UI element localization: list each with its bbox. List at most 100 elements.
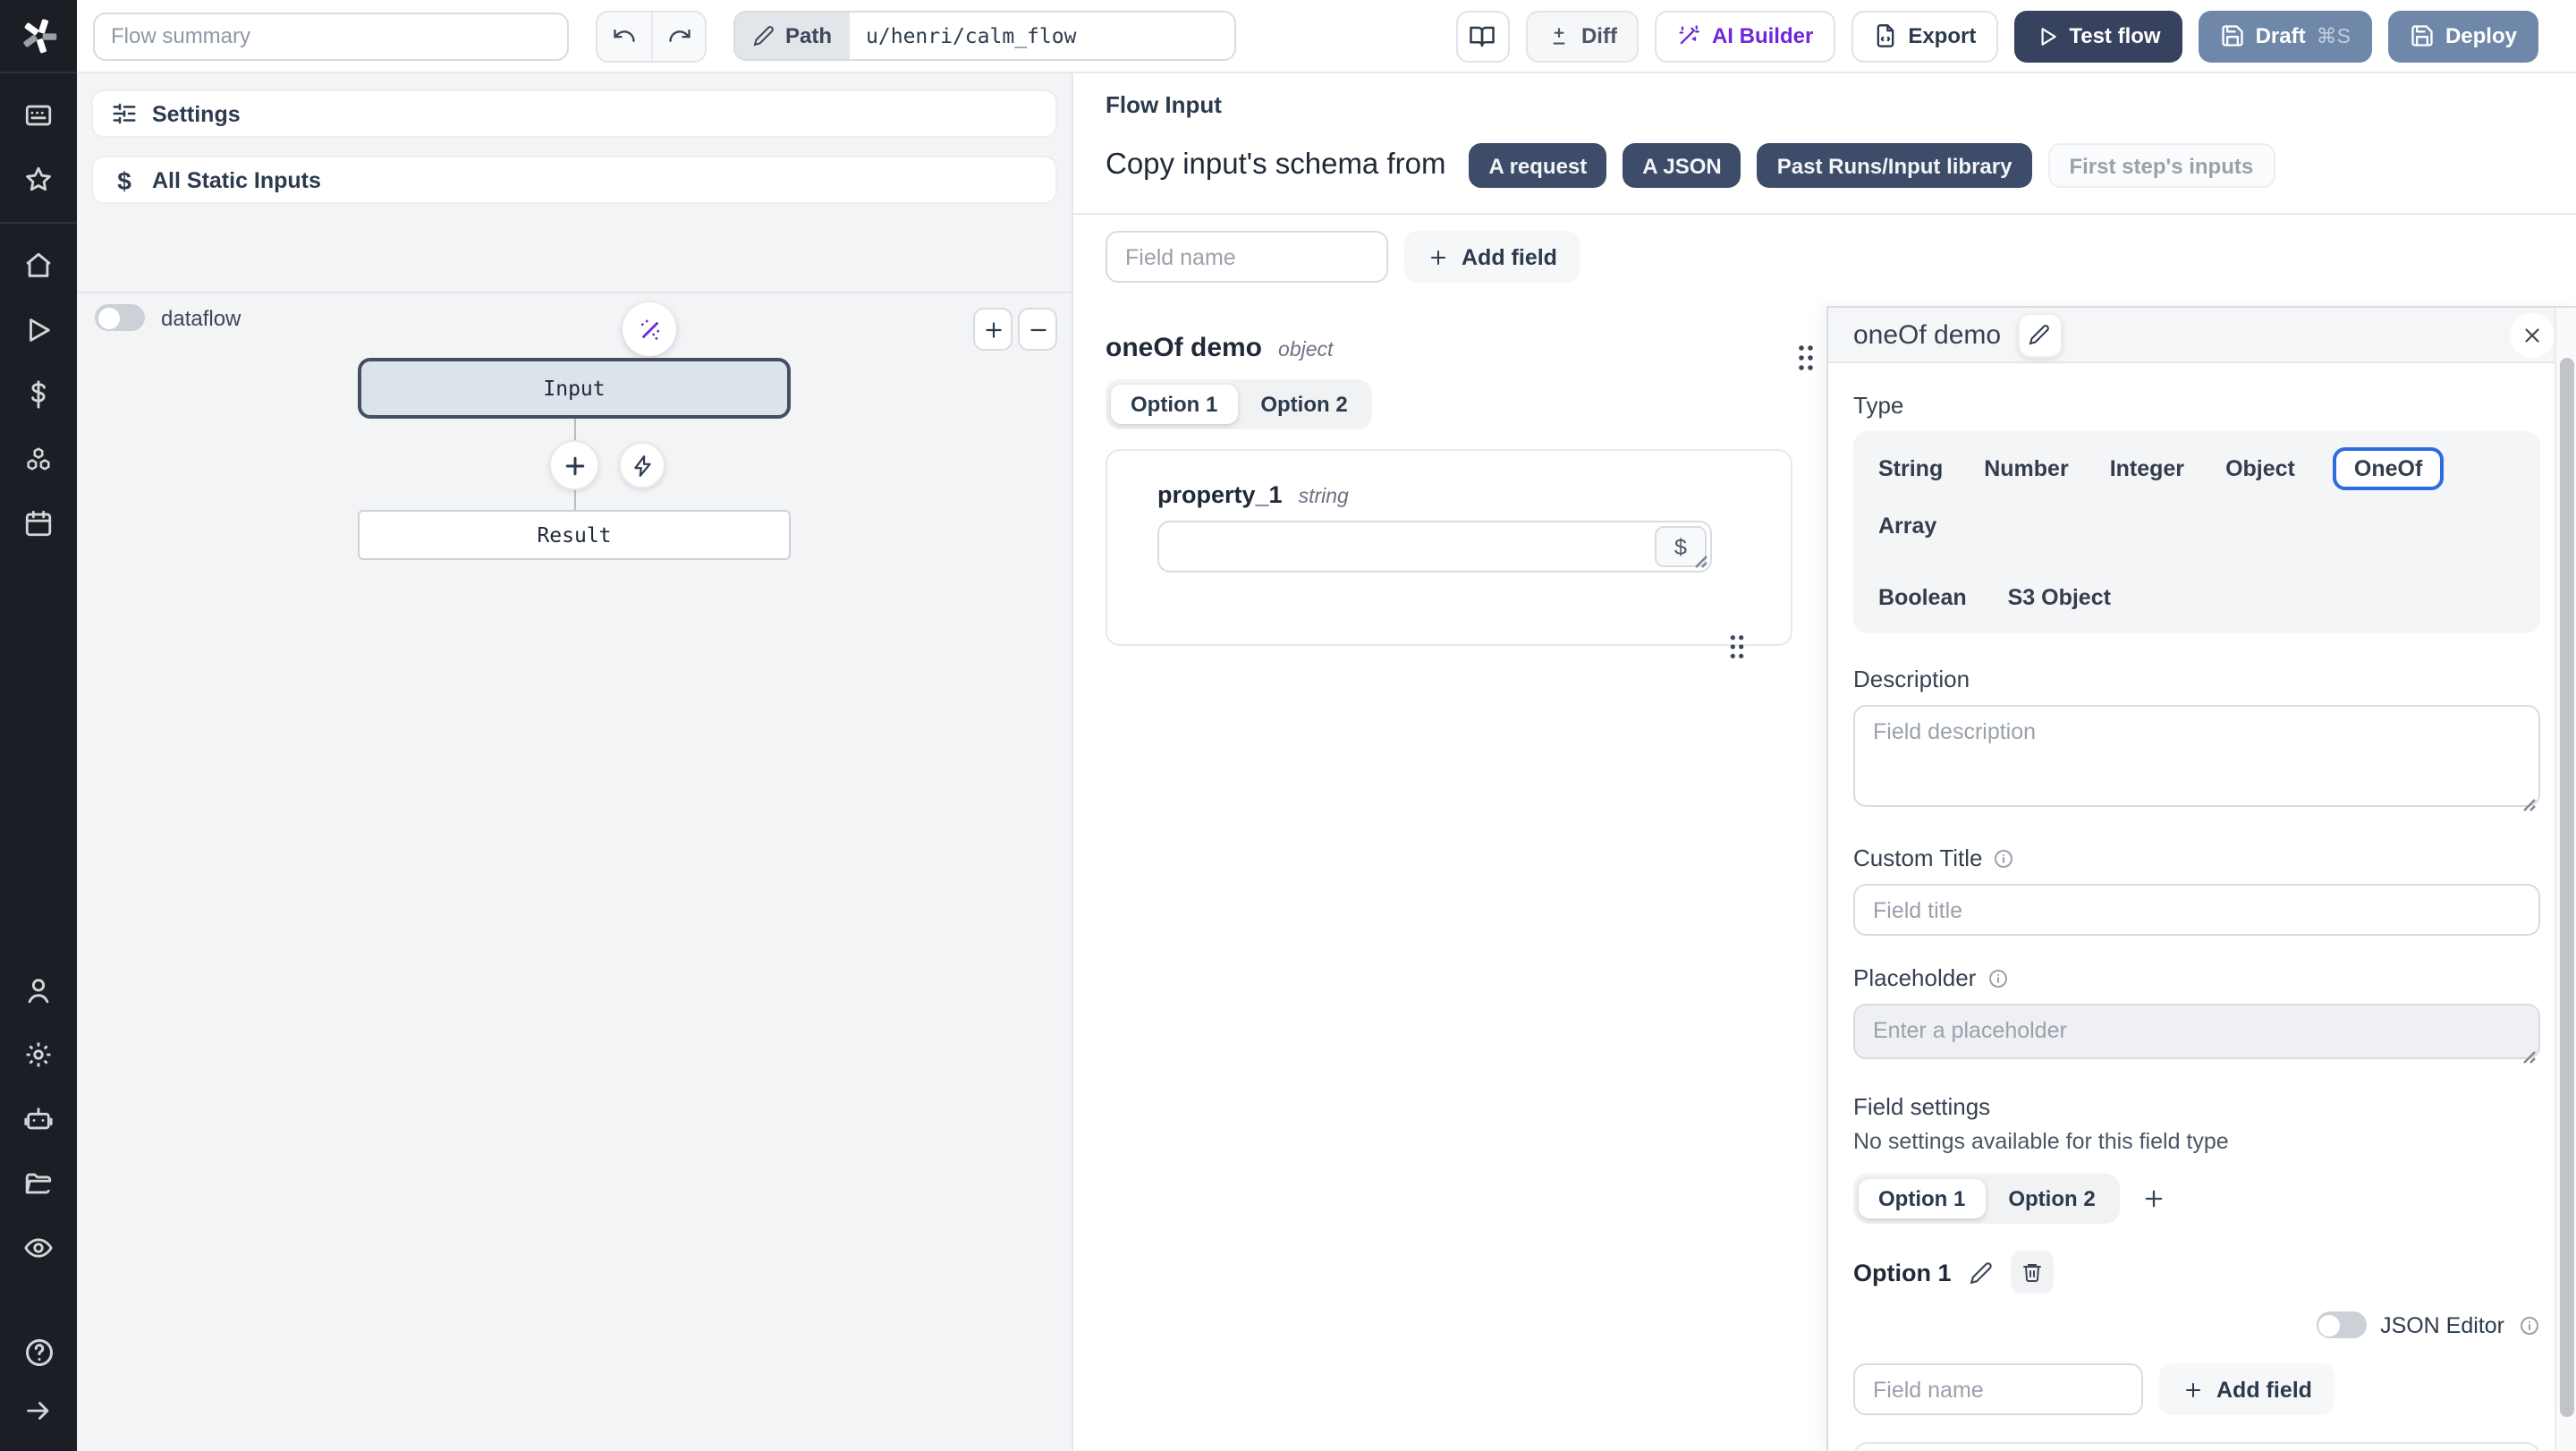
custom-title-input[interactable] bbox=[1853, 884, 2540, 936]
windmill-flow-editor: Path Diff AI Builder Export Test flow Dr… bbox=[0, 0, 2576, 1451]
dataflow-label: dataflow bbox=[161, 305, 241, 330]
copy-from-past-runs-button[interactable]: Past Runs/Input library bbox=[1758, 143, 2032, 188]
workers-icon[interactable] bbox=[23, 1104, 54, 1134]
input-node[interactable]: Input bbox=[358, 358, 791, 419]
docs-button[interactable] bbox=[1456, 10, 1510, 62]
settings-card[interactable]: Settings bbox=[91, 89, 1057, 138]
plus-icon bbox=[561, 452, 588, 479]
help-icon[interactable] bbox=[22, 1336, 55, 1369]
resources-icon[interactable] bbox=[23, 444, 54, 474]
plus-icon bbox=[2182, 1379, 2204, 1400]
type-integer[interactable]: Integer bbox=[2106, 449, 2188, 488]
description-textarea[interactable] bbox=[1853, 705, 2540, 807]
flow-summary-input[interactable] bbox=[93, 12, 569, 60]
add-trigger-button[interactable] bbox=[619, 442, 665, 488]
type-s3-object[interactable]: S3 Object bbox=[2004, 578, 2114, 617]
path-widget[interactable]: Path bbox=[733, 11, 1236, 61]
result-node[interactable]: Result bbox=[358, 510, 791, 560]
resize-handle-icon[interactable] bbox=[2522, 798, 2537, 812]
type-oneof[interactable]: OneOf bbox=[2333, 447, 2444, 490]
custom-title-label: Custom Title bbox=[1853, 844, 2540, 871]
deploy-button[interactable]: Deploy bbox=[2388, 10, 2538, 62]
no-settings-note: No settings available for this field typ… bbox=[1853, 1129, 2540, 1154]
field-name-input[interactable] bbox=[1106, 231, 1388, 283]
undo-redo-group bbox=[596, 10, 707, 62]
user-icon[interactable] bbox=[23, 975, 54, 1006]
info-icon bbox=[1987, 967, 2008, 989]
settings-icon[interactable] bbox=[23, 1039, 54, 1070]
drawer-field-name-input[interactable] bbox=[1853, 1363, 2143, 1415]
export-button[interactable]: Export bbox=[1851, 10, 1997, 62]
play-icon bbox=[2035, 24, 2058, 47]
drawer-header: oneOf demo bbox=[1828, 308, 2576, 363]
settings-label: Settings bbox=[152, 101, 241, 126]
json-editor-label: JSON Editor bbox=[2380, 1312, 2504, 1337]
ai-flow-wand-button[interactable] bbox=[623, 302, 676, 356]
diff-button[interactable]: Diff bbox=[1526, 10, 1639, 62]
resize-handle-icon[interactable] bbox=[2522, 1050, 2537, 1065]
runs-icon[interactable] bbox=[23, 315, 54, 345]
drawer-add-field-button[interactable]: Add field bbox=[2159, 1363, 2335, 1415]
dataflow-toggle[interactable] bbox=[95, 304, 145, 331]
variables-icon[interactable] bbox=[23, 379, 54, 410]
draft-button[interactable]: Draft⌘S bbox=[2199, 10, 2372, 62]
delete-option-button[interactable] bbox=[2011, 1251, 2054, 1294]
type-array[interactable]: Array bbox=[1875, 506, 1940, 546]
path-input[interactable] bbox=[850, 13, 1234, 59]
plus-icon bbox=[1428, 246, 1449, 267]
apps-icon[interactable] bbox=[23, 100, 54, 131]
add-option-button[interactable] bbox=[2142, 1186, 2167, 1211]
tab-option-1[interactable]: Option 1 bbox=[1111, 385, 1237, 424]
all-static-inputs-card[interactable]: $ All Static Inputs bbox=[91, 156, 1057, 204]
add-step-button[interactable] bbox=[549, 440, 599, 490]
save-icon bbox=[2410, 23, 2435, 48]
edit-option-button[interactable] bbox=[1970, 1260, 1993, 1284]
property-row[interactable]: property_1 bbox=[1853, 1442, 2540, 1451]
test-flow-button[interactable]: Test flow bbox=[2013, 10, 2182, 62]
wand-sparkles-icon bbox=[636, 316, 663, 343]
zoom-in-button[interactable] bbox=[973, 308, 1013, 351]
type-number[interactable]: Number bbox=[1980, 449, 2072, 488]
type-object[interactable]: Object bbox=[2222, 449, 2299, 488]
drag-handle-icon[interactable] bbox=[1794, 344, 1818, 372]
file-export-icon bbox=[1872, 23, 1897, 48]
add-field-button[interactable]: Add field bbox=[1404, 231, 1580, 283]
drawer-scrollbar[interactable] bbox=[2555, 308, 2576, 1451]
copy-from-first-step-button[interactable]: First step's inputs bbox=[2047, 143, 2275, 188]
drawer-tab-option-2[interactable]: Option 2 bbox=[1988, 1179, 2114, 1218]
redo-button[interactable] bbox=[651, 12, 705, 60]
undo-button[interactable] bbox=[597, 12, 651, 60]
scrollbar-thumb[interactable] bbox=[2560, 358, 2574, 1417]
schedules-icon[interactable] bbox=[23, 508, 54, 539]
windmill-logo[interactable] bbox=[0, 0, 77, 73]
collapse-sidebar-icon[interactable] bbox=[23, 1396, 54, 1426]
folders-icon[interactable] bbox=[23, 1168, 54, 1199]
drawer-tab-option-1[interactable]: Option 1 bbox=[1859, 1179, 1985, 1218]
zoom-out-button[interactable] bbox=[1018, 308, 1057, 351]
tab-option-2[interactable]: Option 2 bbox=[1241, 385, 1367, 424]
star-icon[interactable] bbox=[23, 165, 54, 195]
home-icon[interactable] bbox=[23, 250, 54, 281]
audit-logs-icon[interactable] bbox=[23, 1233, 54, 1263]
save-icon bbox=[2220, 23, 2245, 48]
drag-handle-icon[interactable] bbox=[1726, 633, 1748, 660]
type-string[interactable]: String bbox=[1875, 449, 1946, 488]
all-static-inputs-label: All Static Inputs bbox=[152, 167, 321, 192]
property-value-input[interactable] bbox=[1157, 521, 1712, 573]
type-boolean[interactable]: Boolean bbox=[1875, 578, 1970, 617]
drawer-title: oneOf demo bbox=[1853, 319, 2001, 350]
minus-icon bbox=[1026, 318, 1049, 341]
resize-handle-icon[interactable] bbox=[1694, 555, 1708, 569]
schema-field-type: object bbox=[1278, 340, 1333, 361]
placeholder-textarea[interactable] bbox=[1853, 1004, 2540, 1059]
copy-from-request-button[interactable]: A request bbox=[1469, 143, 1606, 188]
close-drawer-button[interactable] bbox=[2510, 312, 2555, 357]
left-rail bbox=[0, 0, 77, 1451]
copy-from-json-button[interactable]: A JSON bbox=[1623, 143, 1741, 188]
json-editor-toggle[interactable] bbox=[2316, 1311, 2366, 1338]
info-icon bbox=[1994, 847, 2015, 869]
rename-field-button[interactable] bbox=[2017, 312, 2062, 357]
property-type: string bbox=[1299, 487, 1349, 508]
panel-divider bbox=[77, 292, 1072, 293]
ai-builder-button[interactable]: AI Builder bbox=[1655, 10, 1835, 62]
